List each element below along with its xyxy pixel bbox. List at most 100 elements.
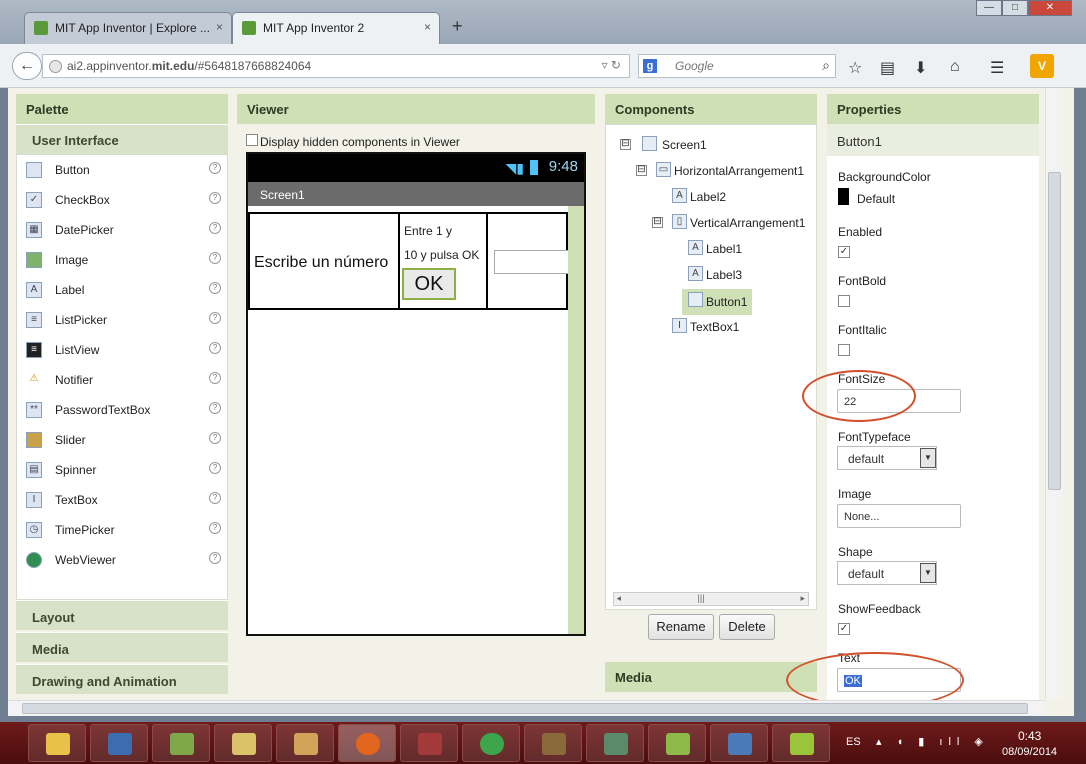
label2[interactable]: Escribe un número [254, 254, 388, 272]
palette-section-drawing-animation[interactable]: Drawing and Animation [16, 664, 228, 694]
palette-item-textbox[interactable]: I TextBox? [17, 485, 227, 515]
components-hscrollbar[interactable]: ◂ ||| ▸ [613, 592, 809, 606]
palette-item-passwordtextbox[interactable]: ** PasswordTextBox? [17, 395, 227, 425]
help-icon[interactable]: ? [209, 522, 221, 534]
taskbar-tc-app[interactable] [90, 724, 148, 762]
taskbar-monitor-app[interactable] [586, 724, 644, 762]
page-horizontal-scrollbar[interactable] [8, 700, 1045, 716]
search-bar[interactable]: g Google ⌕ [638, 54, 836, 78]
palette-item-notifier[interactable]: ⚠ Notifier? [17, 365, 227, 395]
taskbar-remote-app[interactable] [710, 724, 768, 762]
tab-explore[interactable]: MIT App Inventor | Explore ... × [24, 12, 232, 44]
palette-item-image[interactable]: Image? [17, 245, 227, 275]
textbox1[interactable] [494, 250, 570, 274]
palette-section-user-interface[interactable]: User Interface [16, 124, 228, 154]
tree-item-button1[interactable]: Button1 [682, 289, 752, 315]
palette-item-listpicker[interactable]: ≡ ListPicker? [17, 305, 227, 335]
tree-item-horizontalarrangement1[interactable]: ⊟ ▭ HorizontalArrangement1 [636, 161, 816, 185]
button1-ok[interactable]: OK [402, 268, 456, 300]
taskbar-paint-app[interactable] [524, 724, 582, 762]
help-icon[interactable]: ? [209, 162, 221, 174]
display-hidden-checkbox[interactable] [246, 134, 258, 146]
taskbar-chrome-app[interactable] [462, 724, 520, 762]
palette-item-listview[interactable]: ≡ ListView? [17, 335, 227, 365]
download-icon[interactable]: ⬇ [914, 58, 927, 78]
tree-item-textbox1[interactable]: I TextBox1 [672, 317, 792, 341]
tree-item-screen1[interactable]: ⊟ Screen1 [620, 135, 810, 159]
taskbar-folder-app[interactable] [28, 724, 86, 762]
collapse-toggle-icon[interactable]: ⊟ [620, 139, 631, 150]
palette-item-timepicker[interactable]: ◷ TimePicker? [17, 515, 227, 545]
taskbar-firefox-app[interactable] [338, 724, 396, 762]
palette-item-webviewer[interactable]: WebViewer? [17, 545, 227, 575]
tree-item-label2[interactable]: A Label2 [672, 187, 792, 211]
scrollbar-thumb[interactable] [22, 703, 1028, 714]
palette-section-media[interactable]: Media [16, 632, 228, 662]
close-window-button[interactable]: ✕ [1028, 0, 1072, 16]
prop-fonttypeface-select[interactable]: default ▼ [837, 446, 937, 470]
new-tab-button[interactable]: + [452, 16, 463, 37]
taskbar-android-sdk-app[interactable] [648, 724, 706, 762]
screen-canvas[interactable]: Escribe un número Entre 1 y 10 y pulsa O… [248, 206, 584, 634]
palette-item-button[interactable]: Button? [17, 155, 227, 185]
back-button[interactable]: ← [12, 52, 42, 80]
prop-fontbold-checkbox[interactable] [838, 295, 850, 307]
page-vertical-scrollbar[interactable] [1045, 88, 1063, 698]
prop-image-input[interactable]: None... [837, 504, 961, 528]
reload-icon[interactable]: ▿ ↻ [602, 58, 621, 72]
tray-language[interactable]: ES [846, 736, 861, 748]
label1[interactable]: Entre 1 y [404, 224, 452, 238]
reading-list-icon[interactable]: ▤ [880, 58, 895, 78]
help-icon[interactable]: ? [209, 492, 221, 504]
help-icon[interactable]: ? [209, 402, 221, 414]
palette-item-label[interactable]: A Label? [17, 275, 227, 305]
prop-showfeedback-checkbox[interactable]: ✓ [838, 623, 850, 635]
bookmark-star-icon[interactable]: ☆ [848, 58, 862, 78]
clock-date[interactable]: 08/09/2014 [1002, 746, 1057, 758]
taskbar-android-app[interactable] [772, 724, 830, 762]
tab-close-icon[interactable]: × [216, 20, 223, 34]
label3[interactable]: 10 y pulsa OK [404, 248, 479, 262]
prop-shape-select[interactable]: default ▼ [837, 561, 937, 585]
help-icon[interactable]: ? [209, 282, 221, 294]
palette-item-spinner[interactable]: ▤ Spinner? [17, 455, 227, 485]
phone-scrollbar[interactable] [568, 206, 584, 634]
maximize-button[interactable]: □ [1002, 0, 1028, 16]
collapse-toggle-icon[interactable]: ⊟ [652, 217, 663, 228]
help-icon[interactable]: ? [209, 462, 221, 474]
tree-item-verticalarrangement1[interactable]: ⊟ ▯ VerticalArrangement1 [652, 213, 816, 237]
palette-item-datepicker[interactable]: ▦ DatePicker? [17, 215, 227, 245]
delete-button[interactable]: Delete [719, 614, 775, 640]
help-icon[interactable]: ? [209, 222, 221, 234]
addon-v-icon[interactable]: V [1030, 54, 1054, 78]
tray-icons[interactable]: ▴ ◖ ▮ ıll ◈ [876, 735, 989, 748]
tree-item-label1[interactable]: A Label1 [688, 239, 788, 263]
url-bar[interactable]: ai2.appinventor.mit.edu/#564818766882406… [42, 54, 630, 78]
minimize-button[interactable]: — [976, 0, 1002, 16]
taskbar-pictures-app[interactable] [276, 724, 334, 762]
taskbar-notepad-app[interactable] [152, 724, 210, 762]
help-icon[interactable]: ? [209, 192, 221, 204]
dropdown-arrow-icon[interactable]: ▼ [920, 448, 936, 468]
menu-icon[interactable]: ☰ [990, 58, 1004, 78]
collapse-toggle-icon[interactable]: ⊟ [636, 165, 647, 176]
rename-button[interactable]: Rename [648, 614, 714, 640]
horizontal-arrangement1[interactable]: Escribe un número Entre 1 y 10 y pulsa O… [248, 212, 570, 310]
tree-item-label3[interactable]: A Label3 [688, 265, 788, 289]
prop-fontitalic-checkbox[interactable] [838, 344, 850, 356]
tab-close-icon[interactable]: × [424, 20, 431, 34]
taskbar-explorer-app[interactable] [214, 724, 272, 762]
prop-backgroundcolor-value[interactable]: Default [857, 192, 895, 206]
clock-time[interactable]: 0:43 [1018, 729, 1041, 743]
dropdown-arrow-icon[interactable]: ▼ [920, 563, 936, 583]
help-icon[interactable]: ? [209, 252, 221, 264]
palette-item-checkbox[interactable]: ✓ CheckBox? [17, 185, 227, 215]
palette-section-layout[interactable]: Layout [16, 600, 228, 630]
search-icon[interactable]: ⌕ [822, 57, 830, 74]
vertical-arrangement1[interactable]: Entre 1 y 10 y pulsa OK OK [398, 214, 488, 308]
help-icon[interactable]: ? [209, 552, 221, 564]
scrollbar-thumb[interactable] [1048, 172, 1061, 490]
help-icon[interactable]: ? [209, 372, 221, 384]
home-icon[interactable]: ⌂ [950, 58, 960, 76]
help-icon[interactable]: ? [209, 312, 221, 324]
